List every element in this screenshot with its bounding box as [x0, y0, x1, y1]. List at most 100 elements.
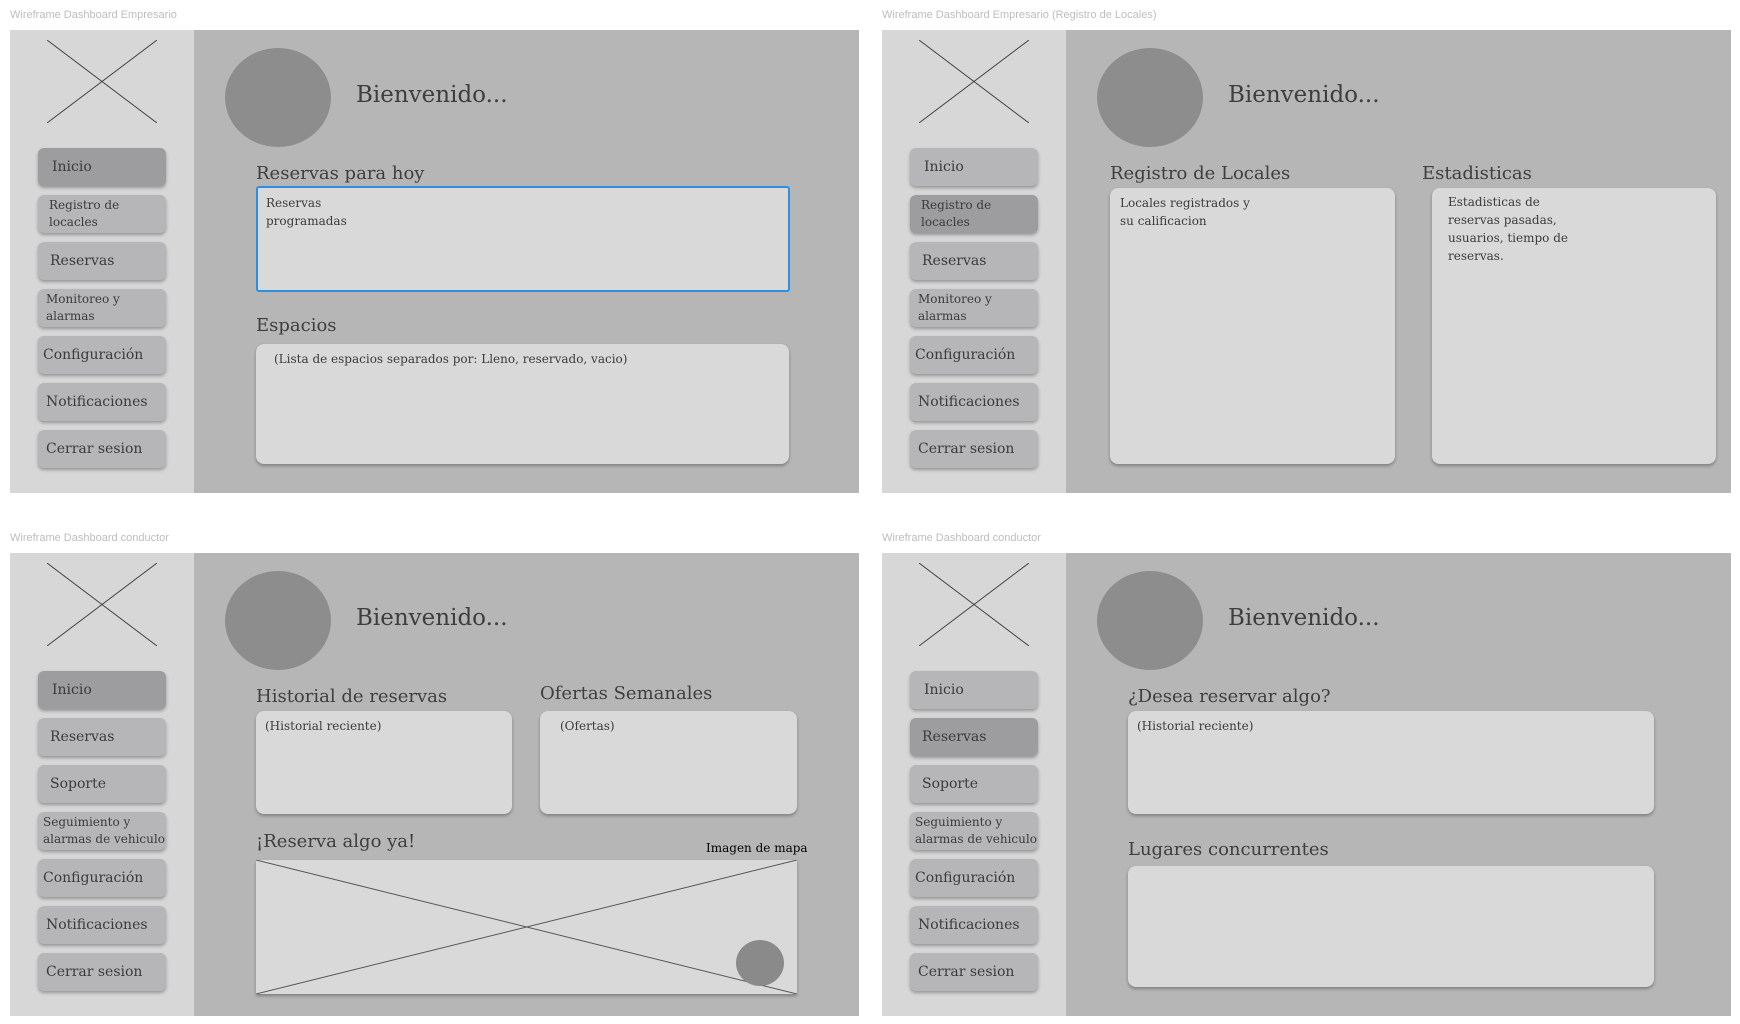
nav-configuracion[interactable]: Configuración: [38, 859, 166, 897]
nav-registro-locales[interactable]: Registro de locacles: [910, 195, 1038, 233]
section-heading: Registro de Locales: [1110, 163, 1291, 184]
section-heading: ¡Reserva algo ya!: [256, 831, 416, 852]
nav-label: Notificaciones: [46, 393, 148, 410]
nav-label: Soporte: [50, 775, 107, 792]
section-heading: Lugares concurrentes: [1128, 839, 1329, 860]
nav-label: Registro de locacles: [49, 198, 120, 229]
card-text: (Lista de espacios separados por: Lleno,…: [274, 352, 628, 366]
welcome-text: Bienvenido...: [356, 605, 508, 631]
nav-notificaciones[interactable]: Notificaciones: [38, 383, 166, 421]
frame-conductor-reservas: Inicio Reservas Soporte Seguimiento y al…: [882, 553, 1731, 1016]
reservas-hoy-card[interactable]: Reservas programadas: [256, 186, 790, 292]
nav-label: Reservas: [922, 728, 987, 745]
section-heading: Reservas para hoy: [256, 163, 425, 184]
section-heading: Espacios: [256, 315, 337, 336]
card-text: Locales registrados y su calificacion: [1120, 196, 1250, 228]
card-text: Estadisticas de reservas pasadas, usuari…: [1448, 195, 1568, 263]
nav-label: Cerrar sesion: [918, 963, 1015, 980]
lugares-concurrentes-card: [1128, 866, 1654, 987]
nav-seguimiento[interactable]: Seguimiento y alarmas de vehiculo: [910, 812, 1038, 850]
nav-label: Registro de locacles: [921, 198, 992, 229]
sidebar: Inicio Reservas Soporte Seguimiento y al…: [10, 553, 194, 1016]
sidebar: Inicio Registro de locacles Reservas Mon…: [882, 30, 1066, 493]
nav-label: Notificaciones: [918, 393, 1020, 410]
nav-label: Configuración: [915, 869, 1016, 886]
section-heading: Historial de reservas: [256, 686, 448, 707]
nav-reservas[interactable]: Reservas: [38, 718, 166, 756]
ofertas-card: (Ofertas): [540, 711, 797, 814]
nav-label: Notificaciones: [46, 916, 148, 933]
nav-label: Configuración: [915, 346, 1016, 363]
map-image[interactable]: [256, 860, 797, 994]
section-heading: Ofertas Semanales: [540, 683, 713, 704]
sidebar: Inicio Reservas Soporte Seguimiento y al…: [882, 553, 1066, 1016]
avatar: [225, 48, 331, 147]
nav-label: Reservas: [922, 252, 987, 269]
sidebar: Inicio Registro de locacles Reservas Mon…: [10, 30, 194, 493]
nav-monitoreo[interactable]: Monitoreo y alarmas: [910, 289, 1038, 327]
avatar: [1097, 571, 1203, 670]
avatar: [1097, 48, 1203, 147]
nav-label: Configuración: [43, 869, 144, 886]
nav-inicio[interactable]: Inicio: [910, 148, 1038, 186]
nav-label: Seguimiento y alarmas de vehiculo: [43, 815, 165, 846]
estadisticas-card: Estadisticas de reservas pasadas, usuari…: [1432, 188, 1716, 464]
nav-label: Monitoreo y alarmas: [46, 292, 120, 323]
map-label: Imagen de mapa: [706, 841, 808, 855]
registro-locales-card: Locales registrados y su calificacion: [1110, 188, 1395, 464]
nav-notificaciones[interactable]: Notificaciones: [38, 906, 166, 944]
welcome-text: Bienvenido...: [1228, 605, 1380, 631]
avatar: [225, 571, 331, 670]
nav-configuracion[interactable]: Configuración: [38, 336, 166, 374]
logo-placeholder-icon: [919, 40, 1029, 123]
nav-inicio[interactable]: Inicio: [38, 671, 166, 709]
nav-inicio[interactable]: Inicio: [910, 671, 1038, 709]
nav-label: Soporte: [922, 775, 979, 792]
nav-label: Cerrar sesion: [46, 963, 143, 980]
nav-cerrar-sesion[interactable]: Cerrar sesion: [910, 953, 1038, 991]
section-heading: ¿Desea reservar algo?: [1128, 686, 1331, 707]
nav-reservas[interactable]: Reservas: [910, 718, 1038, 756]
frame-title: Wireframe Dashboard conductor: [882, 532, 1041, 544]
frame-registro-locales: Inicio Registro de locacles Reservas Mon…: [882, 30, 1731, 493]
nav-seguimiento[interactable]: Seguimiento y alarmas de vehiculo: [38, 812, 166, 850]
desea-reservar-card: (Historial reciente): [1128, 711, 1654, 814]
nav-label: Notificaciones: [918, 916, 1020, 933]
map-pin-icon[interactable]: [736, 940, 784, 986]
nav-label: Inicio: [52, 158, 92, 175]
nav-configuracion[interactable]: Configuración: [910, 859, 1038, 897]
frame-dashboard-conductor: Inicio Reservas Soporte Seguimiento y al…: [10, 553, 859, 1016]
nav-soporte[interactable]: Soporte: [38, 765, 166, 803]
nav-inicio[interactable]: Inicio: [38, 148, 166, 186]
nav-cerrar-sesion[interactable]: Cerrar sesion: [38, 953, 166, 991]
logo-placeholder-icon: [919, 563, 1029, 646]
nav-cerrar-sesion[interactable]: Cerrar sesion: [910, 430, 1038, 468]
nav-reservas[interactable]: Reservas: [910, 242, 1038, 280]
nav-label: Reservas: [50, 252, 115, 269]
espacios-card: (Lista de espacios separados por: Lleno,…: [256, 344, 789, 464]
card-text: (Historial reciente): [265, 719, 382, 733]
nav-registro-locales[interactable]: Registro de locacles: [38, 195, 166, 233]
card-text: (Historial reciente): [1137, 719, 1254, 733]
card-text: (Ofertas): [560, 719, 615, 733]
frame-title: Wireframe Dashboard conductor: [10, 532, 169, 544]
nav-label: Configuración: [43, 346, 144, 363]
nav-soporte[interactable]: Soporte: [910, 765, 1038, 803]
frame-dashboard-empresario: Inicio Registro de locacles Reservas Mon…: [10, 30, 859, 493]
nav-label: Cerrar sesion: [918, 440, 1015, 457]
logo-placeholder-icon: [47, 40, 157, 123]
nav-label: Inicio: [924, 681, 964, 698]
nav-notificaciones[interactable]: Notificaciones: [910, 383, 1038, 421]
card-text: Reservas programadas: [266, 196, 347, 228]
nav-notificaciones[interactable]: Notificaciones: [910, 906, 1038, 944]
section-heading: Estadisticas: [1422, 163, 1532, 184]
welcome-text: Bienvenido...: [356, 82, 508, 108]
nav-configuracion[interactable]: Configuración: [910, 336, 1038, 374]
nav-cerrar-sesion[interactable]: Cerrar sesion: [38, 430, 166, 468]
nav-label: Inicio: [52, 681, 92, 698]
frame-title: Wireframe Dashboard Empresario: [10, 9, 177, 21]
nav-label: Monitoreo y alarmas: [918, 292, 992, 323]
nav-monitoreo[interactable]: Monitoreo y alarmas: [38, 289, 166, 327]
welcome-text: Bienvenido...: [1228, 82, 1380, 108]
nav-reservas[interactable]: Reservas: [38, 242, 166, 280]
